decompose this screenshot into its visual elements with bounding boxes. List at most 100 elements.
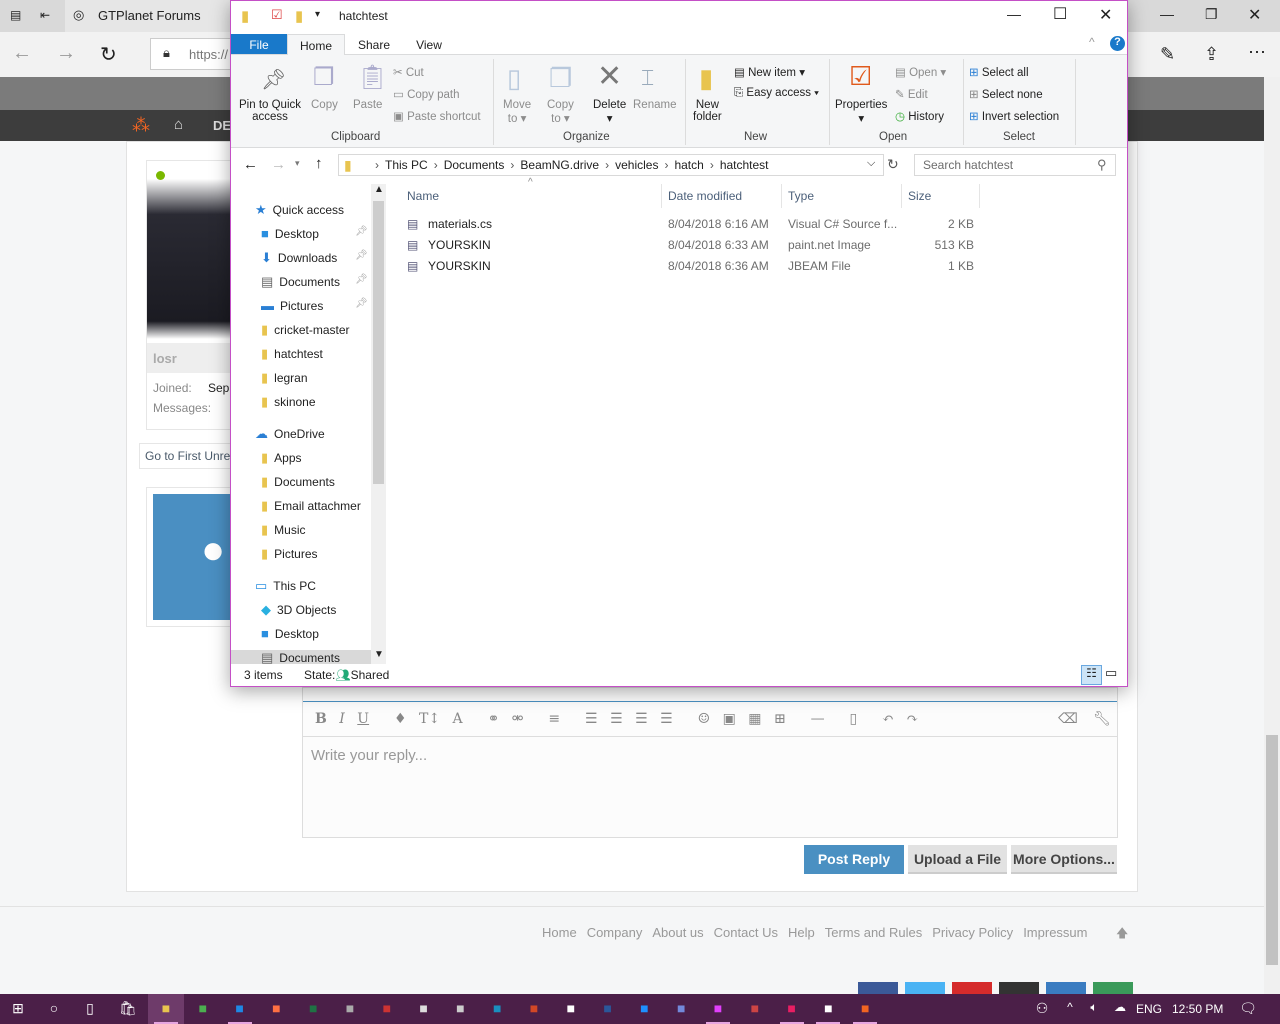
move-to-button[interactable]: Move to ▾ [503,99,531,125]
footer-link[interactable]: Help [788,925,815,940]
app-c-icon[interactable]: ■ [406,994,442,1024]
copy-path-button[interactable]: ▭ Copy path [393,87,460,101]
back-icon[interactable]: ← [12,42,32,65]
column-header-name[interactable]: Name [407,189,439,203]
nav-item[interactable]: ▤ Documents [231,650,371,664]
paste-shortcut-button[interactable]: ▣ Paste shortcut [393,109,481,123]
app-f-icon[interactable]: ■ [700,994,736,1024]
url-input[interactable]: 🔒︎ https:// [150,38,240,70]
tab-view[interactable]: View [407,34,451,55]
firefox-icon[interactable]: ■ [258,994,294,1024]
forward-icon[interactable]: → [271,156,286,173]
minimize-icon[interactable]: — [1007,6,1021,22]
start-icon[interactable]: ⊞ [0,994,36,1024]
eraser-icon[interactable]: ⌫ [1058,711,1078,727]
save-draft-icon[interactable]: ▯ [850,711,858,727]
nav-item[interactable]: ▮ Documents [261,474,335,490]
action-center-icon[interactable]: 🗨︎ [1230,994,1266,1024]
nav-item[interactable]: ▮ skinone [261,394,316,410]
column-header-type[interactable]: Type [788,189,814,203]
rename-button[interactable]: Rename [633,99,676,111]
chevron-right-icon[interactable]: › [510,158,514,172]
breadcrumb-item[interactable]: This PC [385,158,428,172]
facebook-button[interactable] [858,982,898,994]
nav-item[interactable]: ▭ This PC [255,578,316,594]
notes-icon[interactable]: ✎ [1160,44,1175,65]
footer-link[interactable]: Privacy Policy [932,925,1013,940]
excel-icon[interactable]: ■ [295,994,331,1024]
app-a-icon[interactable]: ■ [332,994,368,1024]
minimize-icon[interactable]: — [1160,6,1174,22]
close-icon[interactable]: ✕ [1099,5,1112,25]
indent-icon[interactable]: ☰ [660,711,673,727]
nav-item[interactable]: ▮ Apps [261,450,302,466]
color-icon[interactable]: ♦ [394,711,407,727]
address-dropdown-icon[interactable]: ⌵ [867,157,875,170]
pin-quick-access-button[interactable]: Pin to Quick access [237,99,303,123]
insert-icon[interactable]: ⊞ [774,711,786,727]
linkedin-button[interactable] [1046,982,1086,994]
bold-icon[interactable]: B [315,711,327,727]
new-folder-button[interactable]: New folder [693,99,722,123]
select-none-button[interactable]: ⊞ Select none [969,87,1043,101]
nav-item[interactable]: ★ Quick access [255,202,344,218]
app-g-icon[interactable]: ■ [774,994,810,1024]
column-header-size[interactable]: Size [908,189,931,203]
footer-link[interactable]: Home [542,925,577,940]
browser-tab[interactable]: ◎ GTPlanet Forums [65,0,230,32]
hr-icon[interactable]: — [811,711,825,727]
nav-item[interactable]: ⬇ Downloads [261,250,337,266]
refresh-icon[interactable]: ↻ [100,42,117,67]
editor-toolbar[interactable]: B I U ♦ T↕ A ⚭ ⚮ ≡ ☰ ☰ ☰ ☰ ☺ ▣ ▦ ⊞ — ▯ ↶… [303,703,1117,737]
network-icon[interactable]: ☁ [1102,994,1138,1024]
font-icon[interactable]: A [453,711,463,727]
media-icon[interactable]: ▦ [748,711,761,727]
youtube-button[interactable] [952,982,992,994]
chevron-right-icon[interactable]: › [434,158,438,172]
pin-icon[interactable]: 📌︎ [355,226,368,237]
chevron-right-icon[interactable]: › [375,158,379,172]
breadcrumb-item[interactable]: Documents [444,158,505,172]
pin-icon[interactable]: 📌︎ [355,298,368,309]
footer-link[interactable]: Terms and Rules [825,925,923,940]
scroll-up-icon[interactable]: ▲ [374,184,384,195]
tab-home[interactable]: Home [287,34,345,55]
bullet-list-icon[interactable]: ☰ [585,711,598,727]
nav-item[interactable]: ▤ Documents [261,274,340,290]
task-view-icon[interactable]: ▯ [72,994,108,1024]
word-icon[interactable]: ■ [590,994,626,1024]
powerpoint-icon[interactable]: ■ [516,994,552,1024]
app-b-icon[interactable]: ■ [369,994,405,1024]
steam-icon[interactable]: ■ [553,994,589,1024]
undo-icon[interactable]: ↶ [882,711,894,727]
properties-qat-icon[interactable]: ☑ [271,7,283,23]
post-reply-button[interactable]: Post Reply [804,845,904,874]
help-icon[interactable]: ? [1110,36,1125,51]
nav-link[interactable]: DE [213,118,231,133]
copy-button[interactable]: Copy [311,99,338,111]
font-size-icon[interactable]: T↕ [419,711,440,727]
up-icon[interactable]: ↑ [315,155,323,172]
new-folder-qat-icon[interactable]: ▮ [295,7,303,25]
paint-net-icon[interactable]: ■ [737,994,773,1024]
scroll-down-icon[interactable]: ▼ [374,649,384,660]
app-d-icon[interactable]: ■ [442,994,478,1024]
qat-dropdown-icon[interactable]: ▾ [315,9,320,20]
app-e-icon[interactable]: ■ [479,994,515,1024]
collapse-ribbon-icon[interactable]: ^ [1089,35,1095,49]
forward-icon[interactable]: → [56,42,76,65]
column-header-date-modified[interactable]: Date modified [668,189,742,203]
underline-icon[interactable]: U [357,711,369,727]
footer-link[interactable]: Impressum [1023,925,1087,940]
cortana-icon[interactable]: ○ [36,994,72,1024]
image-icon[interactable]: ▣ [723,711,736,727]
pin-icon[interactable]: 📌︎ [355,250,368,261]
search-input[interactable]: Search hatchtest ⚲ [914,154,1116,176]
more-options-button[interactable]: More Options... [1011,845,1117,874]
page-scrollbar-thumb[interactable] [1266,735,1278,965]
breadcrumb-item[interactable]: hatchtest [720,158,769,172]
nav-scrollbar-thumb[interactable] [373,201,384,484]
username[interactable]: losr [147,343,235,373]
share-icon[interactable]: ⇪ [1204,44,1219,65]
first-unread-link[interactable]: Go to First Unre [139,443,234,469]
